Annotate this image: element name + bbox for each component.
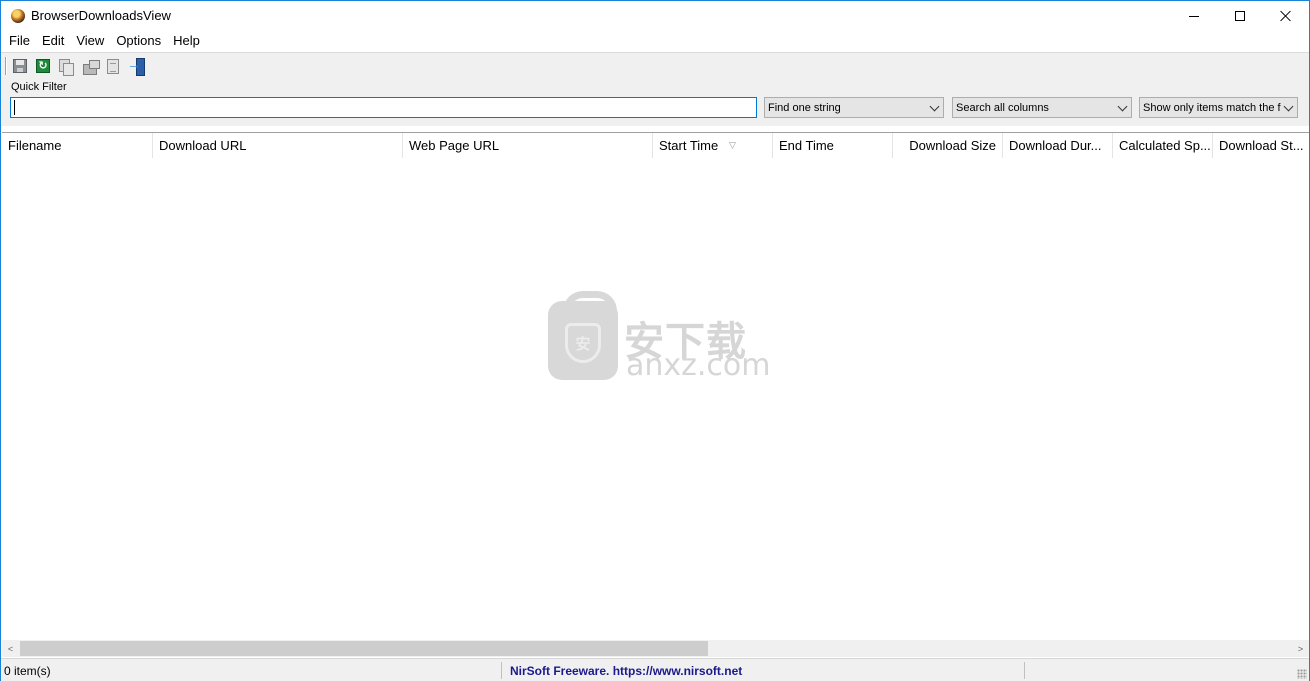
menu-edit[interactable]: Edit (36, 31, 70, 52)
copy-icon (59, 58, 74, 76)
item-count: 0 item(s) (4, 664, 51, 678)
close-button[interactable] (1263, 1, 1309, 31)
column-header-filename[interactable]: Filename (2, 133, 153, 158)
chevron-down-icon (1117, 101, 1128, 112)
text-caret (14, 100, 15, 115)
column-header-start-time-label: Start Time (659, 138, 719, 153)
scroll-left-arrow[interactable]: < (2, 640, 19, 657)
exit-button[interactable] (127, 56, 145, 76)
menu-view[interactable]: View (70, 31, 110, 52)
filter-columns-select[interactable]: Search all columns (952, 97, 1132, 118)
copy-button[interactable] (57, 57, 75, 76)
quick-filter-input[interactable] (10, 97, 757, 118)
exit-icon (127, 56, 145, 76)
toolbar-separator (5, 57, 7, 75)
maximize-icon (1235, 11, 1245, 21)
save-button[interactable] (11, 57, 29, 75)
filter-show-value: Show only items match the f (1143, 102, 1281, 114)
refresh-icon: ↻ (36, 59, 50, 73)
properties-icon (82, 59, 100, 75)
scroll-right-arrow[interactable]: > (1292, 640, 1309, 657)
filter-show-select[interactable]: Show only items match the f (1139, 97, 1298, 118)
shield-icon: 安 (548, 291, 618, 380)
resize-grip-icon[interactable] (1297, 669, 1307, 679)
column-header-web-page-url[interactable]: Web Page URL (403, 133, 653, 158)
list-header: Filename Download URL Web Page URL Start… (2, 133, 1309, 158)
menu-bar: File Edit View Options Help (1, 31, 1309, 52)
maximize-button[interactable] (1217, 1, 1263, 31)
chevron-down-icon (1283, 101, 1294, 112)
save-icon (13, 59, 27, 73)
status-divider (501, 662, 502, 679)
column-header-end-time[interactable]: End Time (773, 133, 893, 158)
app-icon (11, 9, 25, 23)
window-title: BrowserDownloadsView (31, 8, 171, 23)
sort-descending-icon: ▽ (729, 140, 736, 150)
nirsoft-link[interactable]: NirSoft Freeware. https://www.nirsoft.ne… (510, 664, 742, 678)
menu-options[interactable]: Options (110, 31, 167, 52)
column-header-calculated-speed[interactable]: Calculated Sp... (1113, 133, 1213, 158)
refresh-button[interactable]: ↻ (34, 57, 52, 75)
horizontal-scrollbar[interactable]: < > (2, 640, 1309, 657)
app-window: BrowserDownloadsView File Edit View Opti… (0, 0, 1310, 681)
downloads-list[interactable]: Filename Download URL Web Page URL Start… (2, 132, 1309, 658)
column-header-download-duration[interactable]: Download Dur... (1003, 133, 1113, 158)
watermark-text-en: anxz.com (626, 348, 771, 383)
close-icon (1280, 10, 1292, 22)
filter-columns-value: Search all columns (956, 102, 1049, 114)
chevron-down-icon (929, 101, 940, 112)
minimize-icon (1189, 15, 1199, 17)
column-header-download-size[interactable]: Download Size (893, 133, 1003, 158)
filter-mode-value: Find one string (768, 102, 841, 114)
watermark-logo: 安 安下载 anxz.com (548, 291, 771, 383)
menu-help[interactable]: Help (167, 31, 206, 52)
menu-file[interactable]: File (3, 31, 36, 52)
shield-emblem: 安 (565, 323, 601, 363)
quick-filter-label: Quick Filter (11, 81, 67, 93)
title-bar[interactable]: BrowserDownloadsView (1, 1, 1309, 31)
filter-mode-select[interactable]: Find one string (764, 97, 944, 118)
column-header-download-state[interactable]: Download St... (1213, 133, 1309, 158)
column-header-download-url[interactable]: Download URL (153, 133, 403, 158)
properties-button[interactable] (81, 57, 100, 75)
quick-filter-bar: Quick Filter Find one string Search all … (1, 79, 1309, 126)
status-bar: 0 item(s) NirSoft Freeware. https://www.… (1, 658, 1309, 681)
html-report-button[interactable] (104, 57, 122, 75)
status-divider (1024, 662, 1025, 679)
minimize-button[interactable] (1171, 1, 1217, 31)
column-header-start-time[interactable]: Start Time ▽ (653, 133, 773, 158)
html-report-icon (107, 58, 119, 74)
toolbar: ↻ (1, 52, 1309, 79)
scrollbar-thumb[interactable] (20, 641, 708, 656)
